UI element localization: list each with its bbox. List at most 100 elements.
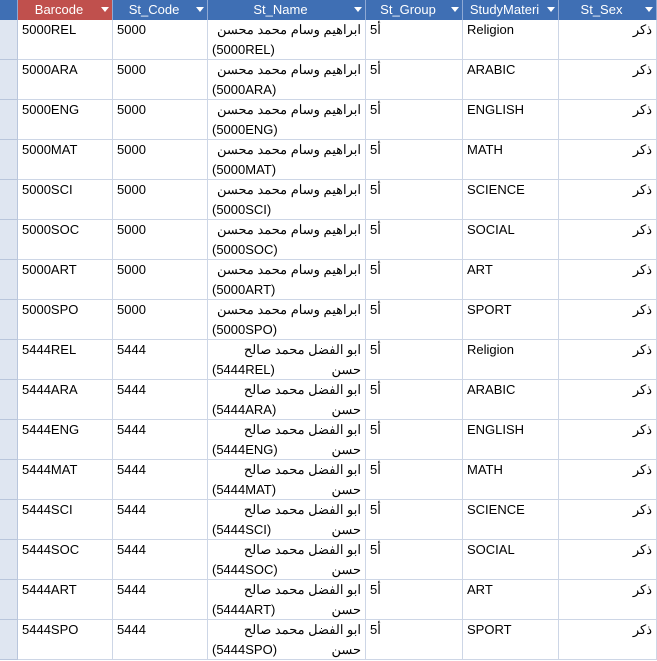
cell-st-code[interactable]: 5444 (113, 380, 208, 420)
cell-st-sex[interactable]: ذكر (559, 340, 657, 380)
cell-st-name[interactable]: ابراهيم وسام محمد محسن (5000SCI) (208, 180, 366, 220)
cell-st-name[interactable]: ابو الفضل محمد صالح حسن (5444SCI) (208, 500, 366, 540)
cell-study-material[interactable]: Religion (463, 340, 559, 380)
table-row[interactable]: 5000SPO 5000 ابراهيم وسام محمد محسن (5000SP… (0, 300, 657, 340)
cell-barcode[interactable]: 5000SOC (18, 220, 113, 260)
cell-barcode[interactable]: 5444ENG (18, 420, 113, 460)
cell-st-sex[interactable]: ذكر (559, 380, 657, 420)
cell-st-name[interactable]: ابراهيم وسام محمد محسن (5000ARA) (208, 60, 366, 100)
cell-barcode[interactable]: 5444REL (18, 340, 113, 380)
cell-barcode[interactable]: 5444ARA (18, 380, 113, 420)
table-row[interactable]: 5000SOC 5000 ابراهيم وسام محمد محسن (5000SO… (0, 220, 657, 260)
record-selector[interactable] (0, 460, 18, 500)
cell-st-name[interactable]: ابو الفضل محمد صالح حسن (5444ENG) (208, 420, 366, 460)
cell-st-code[interactable]: 5000 (113, 100, 208, 140)
table-row[interactable]: 5000MAT 5000 ابراهيم وسام محمد محسن (5000MA… (0, 140, 657, 180)
table-row[interactable]: 5000ENG 5000 ابراهيم وسام محمد محسن (5000EN… (0, 100, 657, 140)
cell-st-group[interactable]: 5أ (366, 220, 463, 260)
cell-st-code[interactable]: 5444 (113, 620, 208, 660)
column-header-st-group[interactable]: St_Group (366, 0, 463, 20)
cell-st-group[interactable]: 5أ (366, 380, 463, 420)
cell-barcode[interactable]: 5444SCI (18, 500, 113, 540)
cell-st-sex[interactable]: ذكر (559, 460, 657, 500)
cell-st-sex[interactable]: ذكر (559, 20, 657, 60)
table-row[interactable]: 5444SPO 5444 ابو الفضل محمد صالح حسن (5444S… (0, 620, 657, 660)
column-header-study-material[interactable]: StudyMateri (463, 0, 559, 20)
cell-barcode[interactable]: 5000MAT (18, 140, 113, 180)
table-row[interactable]: 5000REL 5000 ابراهيم وسام محمد محسن (5000RE… (0, 20, 657, 60)
dropdown-arrow-icon[interactable] (354, 7, 362, 12)
cell-barcode[interactable]: 5000SPO (18, 300, 113, 340)
cell-st-code[interactable]: 5444 (113, 540, 208, 580)
table-row[interactable]: 5444MAT 5444 ابو الفضل محمد صالح حسن (5444M… (0, 460, 657, 500)
cell-st-group[interactable]: 5أ (366, 300, 463, 340)
record-selector[interactable] (0, 180, 18, 220)
cell-st-group[interactable]: 5أ (366, 260, 463, 300)
record-selector[interactable] (0, 580, 18, 620)
cell-st-code[interactable]: 5444 (113, 420, 208, 460)
cell-barcode[interactable]: 5000ARA (18, 60, 113, 100)
cell-barcode[interactable]: 5444MAT (18, 460, 113, 500)
cell-st-sex[interactable]: ذكر (559, 500, 657, 540)
table-row[interactable]: 5000ART 5000 ابراهيم وسام محمد محسن (5000AR… (0, 260, 657, 300)
select-all-corner[interactable] (0, 0, 18, 20)
cell-barcode[interactable]: 5444SPO (18, 620, 113, 660)
cell-st-group[interactable]: 5أ (366, 180, 463, 220)
table-row[interactable]: 5000SCI 5000 ابراهيم وسام محمد محسن (5000SC… (0, 180, 657, 220)
cell-st-sex[interactable]: ذكر (559, 100, 657, 140)
cell-st-sex[interactable]: ذكر (559, 420, 657, 460)
cell-study-material[interactable]: SPORT (463, 620, 559, 660)
cell-study-material[interactable]: Religion (463, 20, 559, 60)
dropdown-arrow-icon[interactable] (645, 7, 653, 12)
cell-st-name[interactable]: ابو الفضل محمد صالح حسن (5444SOC) (208, 540, 366, 580)
cell-st-name[interactable]: ابراهيم وسام محمد محسن (5000MAT) (208, 140, 366, 180)
record-selector[interactable] (0, 380, 18, 420)
column-header-st-sex[interactable]: St_Sex (559, 0, 657, 20)
dropdown-arrow-icon[interactable] (451, 7, 459, 12)
cell-st-code[interactable]: 5444 (113, 340, 208, 380)
cell-study-material[interactable]: SCIENCE (463, 500, 559, 540)
table-row[interactable]: 5444SOC 5444 ابو الفضل محمد صالح حسن (5444S… (0, 540, 657, 580)
column-header-barcode[interactable]: Barcode (18, 0, 113, 20)
cell-st-code[interactable]: 5444 (113, 580, 208, 620)
cell-st-code[interactable]: 5000 (113, 180, 208, 220)
cell-st-sex[interactable]: ذكر (559, 620, 657, 660)
cell-st-group[interactable]: 5أ (366, 500, 463, 540)
record-selector[interactable] (0, 220, 18, 260)
record-selector[interactable] (0, 300, 18, 340)
cell-st-name[interactable]: ابو الفضل محمد صالح حسن (5444ARA) (208, 380, 366, 420)
table-row[interactable]: 5444ENG 5444 ابو الفضل محمد صالح حسن (5444E… (0, 420, 657, 460)
cell-st-name[interactable]: ابراهيم وسام محمد محسن (5000SOC) (208, 220, 366, 260)
cell-st-name[interactable]: ابو الفضل محمد صالح حسن (5444MAT) (208, 460, 366, 500)
dropdown-arrow-icon[interactable] (101, 7, 109, 12)
cell-barcode[interactable]: 5444ART (18, 580, 113, 620)
cell-st-group[interactable]: 5أ (366, 460, 463, 500)
cell-study-material[interactable]: SOCIAL (463, 540, 559, 580)
record-selector[interactable] (0, 260, 18, 300)
record-selector[interactable] (0, 100, 18, 140)
record-selector[interactable] (0, 540, 18, 580)
cell-study-material[interactable]: MATH (463, 140, 559, 180)
table-row[interactable]: 5444ART 5444 ابو الفضل محمد صالح حسن (5444A… (0, 580, 657, 620)
cell-barcode[interactable]: 5000ART (18, 260, 113, 300)
cell-study-material[interactable]: ART (463, 260, 559, 300)
dropdown-arrow-icon[interactable] (547, 7, 555, 12)
cell-st-group[interactable]: 5أ (366, 100, 463, 140)
table-row[interactable]: 5444SCI 5444 ابو الفضل محمد صالح حسن (5444S… (0, 500, 657, 540)
cell-st-name[interactable]: ابراهيم وسام محمد محسن (5000SPO) (208, 300, 366, 340)
cell-st-sex[interactable]: ذكر (559, 260, 657, 300)
record-selector[interactable] (0, 20, 18, 60)
table-row[interactable]: 5444ARA 5444 ابو الفضل محمد صالح حسن (5444A… (0, 380, 657, 420)
cell-st-group[interactable]: 5أ (366, 420, 463, 460)
cell-study-material[interactable]: SOCIAL (463, 220, 559, 260)
cell-st-code[interactable]: 5444 (113, 460, 208, 500)
record-selector[interactable] (0, 420, 18, 460)
cell-barcode[interactable]: 5000SCI (18, 180, 113, 220)
dropdown-arrow-icon[interactable] (196, 7, 204, 12)
cell-study-material[interactable]: SPORT (463, 300, 559, 340)
table-row[interactable]: 5000ARA 5000 ابراهيم وسام محمد محسن (5000AR… (0, 60, 657, 100)
cell-st-code[interactable]: 5000 (113, 20, 208, 60)
record-selector[interactable] (0, 60, 18, 100)
cell-st-sex[interactable]: ذكر (559, 540, 657, 580)
cell-st-sex[interactable]: ذكر (559, 60, 657, 100)
